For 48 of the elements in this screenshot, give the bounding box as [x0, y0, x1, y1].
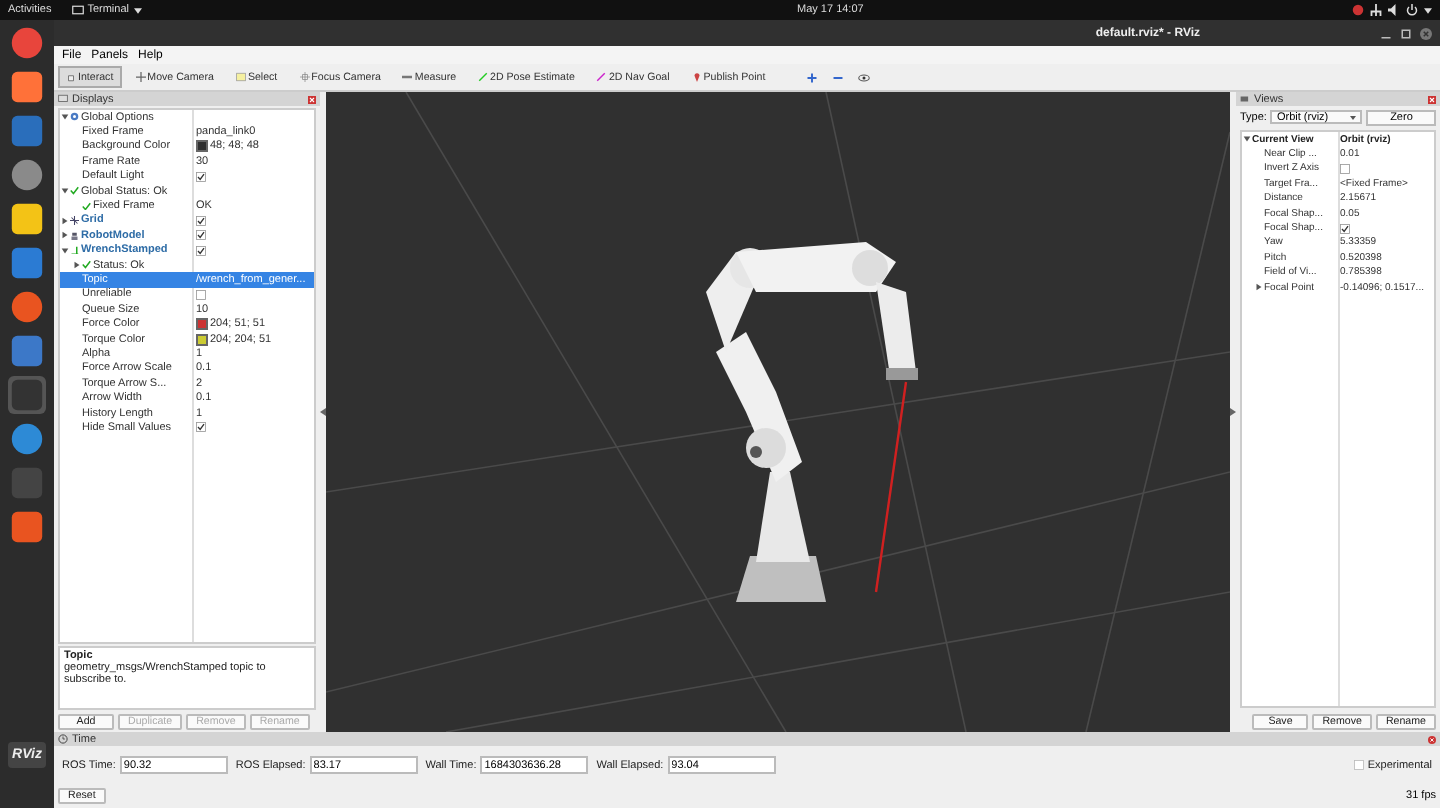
move-icon	[135, 72, 146, 82]
app-icon[interactable]	[8, 288, 46, 326]
expander-icon[interactable]	[60, 186, 70, 197]
caret-icon	[133, 7, 141, 13]
eye-icon[interactable]	[857, 71, 870, 83]
checkbox[interactable]	[196, 230, 206, 241]
app-icon[interactable]	[8, 200, 46, 238]
close-icon[interactable]	[1420, 27, 1432, 39]
select-icon	[235, 72, 246, 82]
app-icon[interactable]	[8, 508, 46, 546]
terminal-icon	[71, 4, 84, 16]
volume-icon[interactable]	[1388, 4, 1400, 16]
checkbox[interactable]	[1340, 163, 1350, 174]
app-icon[interactable]	[8, 68, 46, 106]
app-icon[interactable]	[8, 156, 46, 194]
checkbox[interactable]	[196, 422, 206, 433]
checkbox[interactable]	[196, 215, 206, 226]
checkbox[interactable]	[1353, 760, 1364, 770]
expander-icon[interactable]	[60, 245, 70, 256]
expander-icon[interactable]	[1242, 134, 1252, 145]
arrow-icon	[70, 245, 79, 255]
checkbox[interactable]	[196, 245, 206, 256]
pointer-icon	[66, 72, 76, 82]
checkbox[interactable]	[196, 171, 206, 182]
robot-icon	[70, 231, 79, 241]
expander-icon[interactable]	[60, 215, 70, 226]
crosshair-icon	[299, 72, 310, 82]
network-icon[interactable]	[1370, 4, 1382, 16]
maximize-icon[interactable]	[1400, 27, 1412, 39]
camera-icon	[1240, 94, 1250, 104]
clock-icon	[58, 734, 68, 744]
check-icon	[82, 260, 91, 270]
expander-icon[interactable]	[60, 112, 70, 123]
app-icon[interactable]	[8, 420, 46, 458]
status-icon[interactable]	[1352, 4, 1364, 16]
pin-icon	[691, 72, 702, 82]
caret-icon	[1350, 115, 1357, 119]
expander-icon[interactable]	[72, 260, 82, 271]
checkbox[interactable]	[1340, 223, 1350, 234]
expander-icon[interactable]	[60, 230, 70, 241]
app-icon[interactable]	[8, 24, 46, 62]
plus-icon[interactable]	[805, 71, 818, 83]
grid-icon	[70, 216, 79, 226]
checkbox[interactable]	[196, 289, 206, 300]
power-icon[interactable]	[1406, 4, 1418, 16]
expander-icon[interactable]	[1254, 282, 1264, 293]
caret-icon[interactable]	[1424, 7, 1432, 13]
minus-icon[interactable]	[831, 71, 844, 83]
